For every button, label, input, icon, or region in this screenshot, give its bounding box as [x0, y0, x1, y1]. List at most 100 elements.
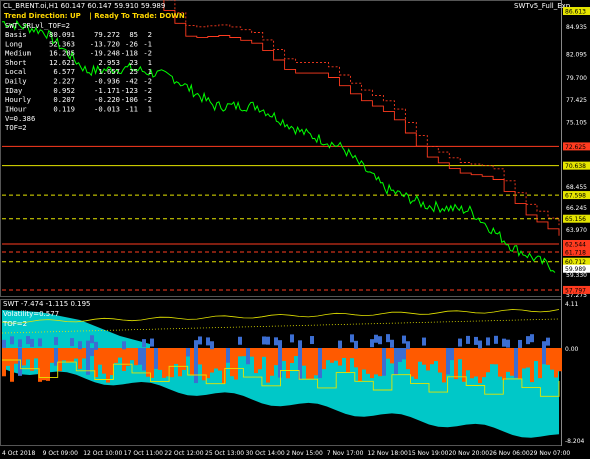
histogram-bar [350, 334, 354, 343]
histogram-bar [414, 348, 418, 379]
time-label: 12 Nov 18:00 [367, 450, 408, 457]
info-row-value: 23 [129, 58, 138, 67]
histogram-bar [42, 348, 46, 381]
info-row-value: -123 [121, 86, 138, 95]
price-tick: 84.935 [566, 24, 587, 31]
histogram-bar [70, 348, 74, 363]
histogram-bar [270, 348, 274, 376]
histogram-bar [222, 348, 226, 384]
histogram-bar [510, 348, 514, 376]
histogram-bar [522, 348, 526, 369]
histogram-bar [386, 334, 390, 343]
info-row-name: IHour [5, 104, 27, 113]
histogram-bar [50, 348, 54, 363]
histogram-bar [426, 348, 430, 371]
histogram-bar [330, 348, 334, 363]
histogram-bar [82, 348, 86, 359]
histogram-bar [474, 336, 478, 345]
histogram-bar [218, 348, 222, 371]
histogram-bar [534, 348, 538, 361]
histogram-bar [118, 348, 122, 358]
histogram-bar [474, 348, 478, 377]
histogram-bar [102, 348, 106, 374]
histogram-bar [210, 341, 214, 350]
histogram-bar [122, 348, 126, 371]
histogram-bar [386, 348, 390, 359]
histogram-bar [286, 348, 290, 379]
info-row-value: 1.657 [98, 67, 120, 76]
price-chart-canvas[interactable]: CL_BRENT.oi,H1 60.147 60.147 59.910 59.9… [0, 0, 590, 459]
histogram-bar [106, 348, 110, 383]
histogram-bar [206, 348, 210, 379]
histogram-bar [478, 348, 482, 384]
info-row-value: 2 [148, 30, 152, 39]
price-tick: 79.700 [566, 75, 587, 82]
histogram-bar [242, 348, 246, 357]
histogram-bar [142, 348, 146, 371]
histogram-bar [30, 338, 34, 347]
info-row-value: -0.220 [94, 95, 120, 104]
histogram-bar [470, 348, 474, 379]
info-row-name: Long [5, 39, 22, 48]
histogram-bar [298, 348, 302, 380]
histogram-bar [506, 348, 510, 372]
time-label: 26 Nov 06:00 [489, 450, 530, 457]
info-row-value: -26 [125, 39, 138, 48]
info-row-value: 6.577 [53, 67, 75, 76]
histogram-bar [526, 348, 530, 368]
sub-indicator-fills [2, 310, 562, 438]
histogram-bar [178, 348, 182, 377]
histogram-bar [86, 340, 90, 349]
info-row-value: -106 [121, 95, 138, 104]
histogram-bar [274, 348, 278, 366]
histogram-bar [266, 336, 270, 345]
chart-window[interactable]: CL_BRENT.oi,H1 60.147 60.147 59.910 59.9… [0, 0, 590, 459]
histogram-bar [486, 348, 490, 373]
histogram-bar [430, 348, 434, 365]
time-label: 29 Nov 07:00 [530, 450, 571, 457]
info-row-value: 0.207 [53, 95, 75, 104]
histogram-bar [234, 348, 238, 380]
histogram-bar [438, 348, 442, 373]
trailing-stop [163, 0, 560, 236]
horizontal-levels [2, 145, 559, 291]
histogram-bar [130, 348, 134, 361]
histogram-bar [18, 339, 22, 348]
histogram-bar [62, 348, 66, 361]
price-tick: 75.105 [566, 119, 587, 126]
histogram-bar [14, 348, 18, 364]
info-row-value: 16.285 [49, 49, 75, 58]
histogram-bar [334, 348, 338, 361]
info-row-value: 25 [129, 67, 138, 76]
histogram-bar [498, 348, 502, 377]
histogram-bar [354, 340, 358, 349]
price-tick: 82.095 [566, 52, 587, 59]
histogram-bar [278, 340, 282, 349]
histogram-bar [238, 336, 242, 345]
symbol-header: CL_BRENT.oi,H1 60.147 60.147 59.910 59.9… [3, 2, 165, 10]
time-label: 9 Oct 09:00 [43, 450, 78, 457]
histogram-bar [374, 348, 378, 375]
histogram-bar [98, 348, 102, 365]
price-axis-labels: 86.613 72.625 70.638 67.598 65.156 62.54461.7… [563, 7, 590, 294]
histogram-bar [366, 348, 370, 374]
histogram-bar [254, 348, 258, 374]
info-row-name: Hourly [5, 95, 32, 104]
histogram-bar [374, 334, 378, 343]
histogram-bar [150, 338, 154, 347]
histogram-bar [494, 348, 498, 365]
histogram-bar [402, 348, 406, 360]
histogram-bar [138, 348, 142, 365]
histogram-bar [10, 336, 14, 345]
histogram-bar [486, 337, 490, 346]
histogram-bar [370, 348, 374, 379]
histogram-bar [394, 348, 398, 375]
sub-axis-zero: 0.00 [565, 346, 579, 353]
histogram-bar [454, 348, 458, 380]
histogram-bar [526, 336, 530, 345]
price-tick: 66.245 [566, 205, 587, 212]
time-label: 15 Nov 19:00 [408, 450, 449, 457]
histogram-bar [350, 348, 354, 359]
histogram-bar [190, 348, 194, 376]
histogram-bar [314, 348, 318, 376]
